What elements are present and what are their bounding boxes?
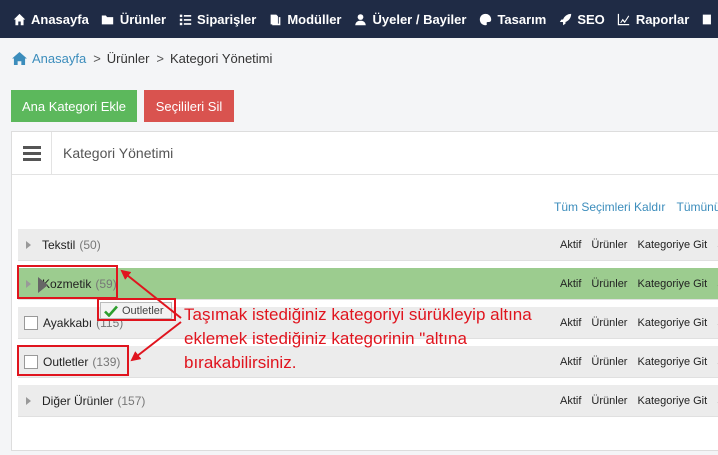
expand-toggle-icon[interactable] (26, 240, 31, 249)
list-icon (178, 12, 192, 26)
top-navigation: Anasayfa Ürünler Siparişler Modüller Üye… (0, 0, 718, 38)
action-kategoriye-git[interactable]: Kategoriye Git (637, 278, 707, 290)
hamburger-icon-bar (22, 151, 41, 155)
select-all-link[interactable]: Tümünü (676, 200, 718, 214)
nav-item-label: Siparişler (197, 11, 257, 27)
delete-selected-button[interactable]: Seçilileri Sil (144, 90, 234, 122)
action-urunler[interactable]: Ürünler (591, 239, 627, 251)
nav-item-label: Anasayfa (31, 11, 89, 27)
breadcrumb-urunler[interactable]: Ürünler (107, 51, 150, 66)
exit-icon (701, 12, 715, 26)
category-row[interactable]: Diğer Ürünler (157) Aktif Ürünler Katego… (18, 385, 718, 417)
nav-item-more[interactable] (701, 12, 718, 26)
category-row[interactable]: Tekstil (50) Aktif Ürünler Kategoriye Gi… (18, 229, 718, 261)
nav-item-label: SEO (577, 11, 605, 27)
breadcrumb-kategori-yonetimi: Kategori Yönetimi (170, 51, 273, 66)
row-actions: Aktif Ürünler Kategoriye Git S (560, 268, 718, 300)
hamburger-icon-bar (22, 157, 41, 161)
nav-item-raporlar[interactable]: Raporlar (617, 12, 689, 27)
panel-title: Kategori Yönetimi (63, 145, 174, 161)
module-icon (268, 12, 282, 26)
action-urunler[interactable]: Ürünler (591, 278, 627, 290)
action-aktif[interactable]: Aktif (560, 278, 581, 290)
category-name[interactable]: Ayakkabı (43, 316, 92, 330)
folder-icon (101, 12, 115, 26)
nav-item-label: Ürünler (119, 11, 167, 27)
nav-item-siparisler[interactable]: Siparişler (178, 12, 256, 27)
row-actions: Aktif Ürünler Kategoriye Git S (560, 346, 718, 378)
chart-icon (617, 12, 631, 26)
category-row-drop-target[interactable]: Kozmetik (59) Aktif Ürünler Kategoriye G… (18, 268, 718, 300)
expand-toggle-icon[interactable] (26, 396, 31, 405)
category-name[interactable]: Diğer Ürünler (42, 394, 113, 408)
palette-icon (478, 12, 492, 26)
action-kategoriye-git[interactable]: Kategoriye Git (637, 395, 707, 407)
action-aktif[interactable]: Aktif (560, 356, 581, 368)
row-actions: Aktif Ürünler Kategoriye Git S (560, 385, 718, 417)
nav-item-moduller[interactable]: Modüller (268, 12, 341, 27)
action-aktif[interactable]: Aktif (560, 239, 581, 251)
annotation-text: Taşımak istediğiniz kategoriyi sürükleyi… (184, 305, 532, 372)
action-kategoriye-git[interactable]: Kategoriye Git (637, 317, 707, 329)
category-name[interactable]: Tekstil (42, 238, 75, 252)
add-main-category-button[interactable]: Ana Kategori Ekle (11, 90, 137, 122)
nav-item-tasarim[interactable]: Tasarım (478, 12, 546, 27)
row-actions: Aktif Ürünler Kategoriye Git S (560, 307, 718, 339)
annotation-box-kozmetik (17, 265, 118, 299)
annotation-box-outletler (17, 345, 129, 376)
action-aktif[interactable]: Aktif (560, 395, 581, 407)
nav-item-seo[interactable]: SEO (558, 11, 605, 27)
breadcrumb: Anasayfa > Ürünler > Kategori Yönetimi (12, 51, 272, 66)
selection-links: Tüm Seçimleri Kaldır Tümünü (554, 200, 718, 214)
nav-item-urunler[interactable]: Ürünler (101, 12, 166, 27)
hamburger-icon-bar (22, 145, 41, 149)
action-kategoriye-git[interactable]: Kategoriye Git (637, 239, 707, 251)
home-icon (12, 12, 26, 26)
action-urunler[interactable]: Ürünler (591, 317, 627, 329)
nav-item-label: Raporlar (635, 11, 690, 27)
breadcrumb-home-label: Anasayfa (32, 51, 87, 66)
menu-toggle-button[interactable] (12, 132, 52, 174)
nav-item-label: Üyeler / Bayiler (372, 11, 467, 27)
category-checkbox[interactable] (24, 315, 38, 330)
rocket-icon (558, 12, 572, 26)
clear-all-selections-link[interactable]: Tüm Seçimleri Kaldır (554, 200, 665, 214)
panel-header: Kategori Yönetimi (12, 132, 718, 175)
user-icon (353, 12, 367, 26)
breadcrumb-home[interactable]: Anasayfa (12, 51, 86, 66)
nav-item-uyeler[interactable]: Üyeler / Bayiler (353, 12, 466, 27)
home-icon (12, 52, 27, 65)
annotation-box-drag-helper (97, 298, 176, 321)
breadcrumb-separator: > (156, 51, 165, 66)
nav-item-anasayfa[interactable]: Anasayfa (12, 12, 89, 27)
category-count: (50) (79, 237, 101, 252)
action-kategoriye-git[interactable]: Kategoriye Git (637, 356, 707, 368)
breadcrumb-separator: > (93, 51, 101, 66)
action-urunler[interactable]: Ürünler (591, 395, 627, 407)
action-urunler[interactable]: Ürünler (591, 356, 627, 368)
action-aktif[interactable]: Aktif (560, 317, 581, 329)
row-actions: Aktif Ürünler Kategoriye Git S (560, 229, 718, 261)
category-count: (157) (117, 393, 146, 408)
nav-item-label: Modüller (287, 11, 342, 27)
nav-item-label: Tasarım (497, 11, 547, 27)
